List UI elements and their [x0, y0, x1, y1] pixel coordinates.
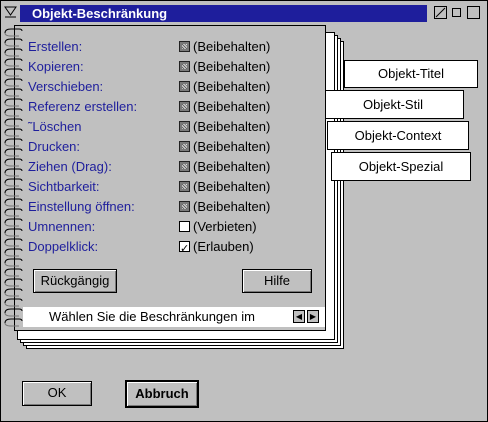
- binder-ring-icon: [3, 176, 23, 187]
- ok-button[interactable]: OK: [22, 381, 92, 406]
- binder-ring-icon: [3, 296, 23, 307]
- restriction-checkbox[interactable]: [179, 81, 190, 92]
- binder-ring-icon: [3, 236, 23, 247]
- binder-ring-icon: [3, 76, 23, 87]
- restriction-value: (Beibehalten): [193, 139, 271, 154]
- tab-objekt-stil[interactable]: Objekt-Stil: [323, 90, 464, 119]
- restriction-value: (Beibehalten): [193, 79, 271, 94]
- restriction-checkbox[interactable]: [179, 101, 190, 112]
- binder-ring-icon: [3, 246, 23, 257]
- binder-ring-icon: [3, 216, 23, 227]
- restriction-value: (Beibehalten): [193, 199, 271, 214]
- restriction-option[interactable]: (Beibehalten): [179, 117, 270, 137]
- restriction-option[interactable]: (Beibehalten): [179, 77, 270, 97]
- binder-ring-icon: [3, 186, 23, 197]
- restriction-label: Umnennen:: [28, 219, 96, 234]
- restriction-value: (Beibehalten): [193, 179, 271, 194]
- restriction-label: Drucken:: [28, 139, 81, 154]
- binder-ring-icon: [3, 106, 23, 117]
- restriction-label: Erstellen:: [28, 39, 83, 54]
- title-bar: Objekt-Beschränkung: [1, 1, 487, 25]
- binder-ring-icon: [3, 256, 23, 267]
- system-menu-icon[interactable]: [4, 6, 17, 18]
- restriction-value: (Beibehalten): [193, 59, 271, 74]
- restriction-option[interactable]: (Beibehalten): [179, 177, 270, 197]
- binder-ring-icon: [3, 156, 23, 167]
- tab-objekt-titel[interactable]: Objekt-Titel: [344, 60, 478, 88]
- binder-ring-icon: [3, 96, 23, 107]
- arrow-right-icon[interactable]: ▶: [307, 310, 319, 323]
- restriction-label: Referenz erstellen:: [28, 99, 138, 114]
- binder-ring-icon: [3, 316, 23, 327]
- restriction-value: (Beibehalten): [193, 99, 271, 114]
- dialog-window: Objekt-Beschränkung Objekt-Titel Objekt-…: [0, 0, 488, 422]
- minimize-icon[interactable]: [452, 8, 461, 17]
- window-title: Objekt-Beschränkung: [20, 5, 427, 22]
- arrow-left-icon[interactable]: ◀: [293, 310, 305, 323]
- restriction-value: (Beibehalten): [193, 159, 271, 174]
- binder-ring-icon: [3, 206, 23, 217]
- help-button[interactable]: Hilfe: [242, 269, 312, 293]
- binder-ring-icon: [3, 226, 23, 237]
- restriction-label: Sichtbarkeit:: [28, 179, 100, 194]
- binder-ring-icon: [3, 266, 23, 277]
- restriction-checkbox[interactable]: [179, 141, 190, 152]
- binder-ring-icon: [3, 146, 23, 157]
- binder-ring-icon: [3, 306, 23, 317]
- restriction-checkbox[interactable]: [179, 181, 190, 192]
- restriction-option[interactable]: (Beibehalten): [179, 97, 270, 117]
- binder-ring-icon: [3, 56, 23, 67]
- restriction-checkbox[interactable]: [179, 221, 190, 232]
- maximize-icon[interactable]: [467, 6, 480, 19]
- binder-ring-icon: [3, 196, 23, 207]
- close-icon[interactable]: [434, 6, 447, 19]
- binder-ring-icon: [3, 116, 23, 127]
- restriction-option[interactable]: (Beibehalten): [179, 197, 270, 217]
- restriction-label: Kopieren:: [28, 59, 84, 74]
- binder-ring-icon: [3, 126, 23, 137]
- restriction-checkbox[interactable]: [179, 61, 190, 72]
- binder-ring-icon: [3, 66, 23, 77]
- restriction-value: (Beibehalten): [193, 39, 271, 54]
- binder-ring-icon: [3, 136, 23, 147]
- notebook-rings: [3, 26, 23, 327]
- tab-objekt-spezial[interactable]: Objekt-Spezial: [331, 152, 471, 181]
- undo-button[interactable]: Rückgängig: [33, 269, 117, 293]
- restriction-label: Doppelklick:: [28, 239, 99, 254]
- restriction-label: Einstellung öffnen:: [28, 199, 135, 214]
- binder-ring-icon: [3, 46, 23, 57]
- tab-objekt-context[interactable]: Objekt-Context: [327, 121, 469, 150]
- restriction-checkbox[interactable]: [179, 41, 190, 52]
- restriction-checkbox[interactable]: [179, 239, 190, 259]
- restriction-checkbox[interactable]: [179, 161, 190, 172]
- status-bar: Wählen Sie die Beschränkungen im ◀ ▶: [23, 307, 325, 327]
- status-text: Wählen Sie die Beschränkungen im: [49, 309, 255, 324]
- restriction-option[interactable]: (Verbieten): [179, 217, 257, 237]
- restriction-value: (Beibehalten): [193, 119, 271, 134]
- restriction-option[interactable]: (Beibehalten): [179, 157, 270, 177]
- restriction-label: Ziehen (Drag):: [28, 159, 112, 174]
- restriction-option[interactable]: (Erlauben): [179, 237, 254, 259]
- binder-ring-icon: [3, 276, 23, 287]
- binder-ring-icon: [3, 36, 23, 47]
- restriction-label: Verschieben:: [28, 79, 104, 94]
- restriction-value: (Erlauben): [193, 239, 254, 254]
- restriction-value: (Verbieten): [193, 219, 257, 234]
- binder-ring-icon: [3, 86, 23, 97]
- binder-ring-icon: [3, 286, 23, 297]
- restriction-checkbox[interactable]: [179, 121, 190, 132]
- binder-ring-icon: [3, 166, 23, 177]
- restriction-option[interactable]: (Beibehalten): [179, 57, 270, 77]
- restriction-label: ˜Löschen: [28, 119, 82, 134]
- restriction-option[interactable]: (Beibehalten): [179, 37, 270, 57]
- restriction-option[interactable]: (Beibehalten): [179, 137, 270, 157]
- restriction-checkbox[interactable]: [179, 201, 190, 212]
- cancel-button[interactable]: Abbruch: [125, 380, 199, 408]
- binder-ring-icon: [3, 26, 23, 37]
